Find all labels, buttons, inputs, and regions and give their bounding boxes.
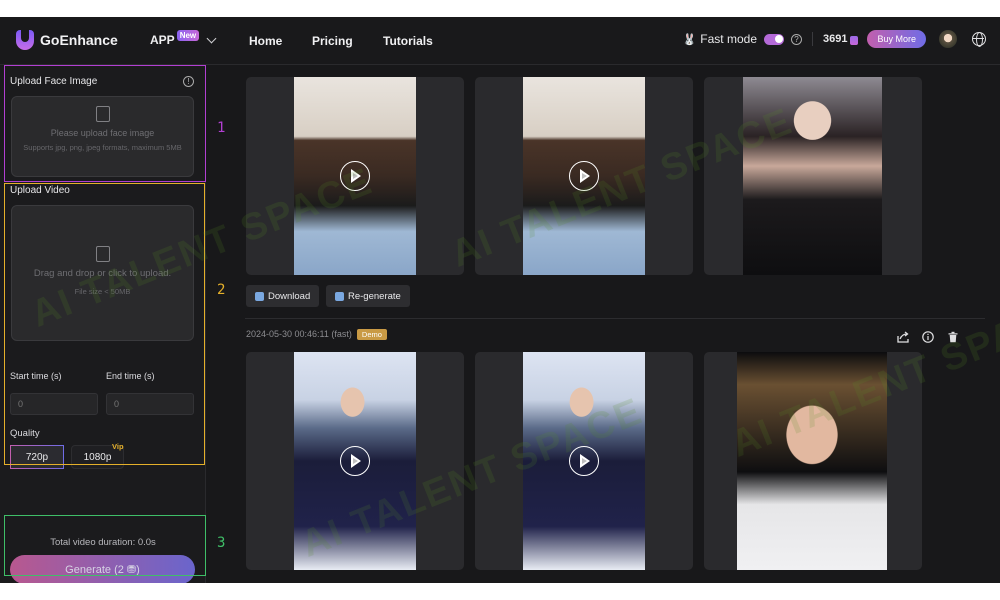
image-upload-icon xyxy=(95,106,110,122)
face-section-title: Upload Face Image xyxy=(10,76,98,87)
video-upload-placeholder: Drag and drop or click to upload. xyxy=(33,268,172,279)
chevron-down-icon xyxy=(206,33,217,43)
nav-tutorials[interactable]: Tutorials xyxy=(383,34,433,48)
face-image-thumbnail xyxy=(743,77,882,275)
face-upload-dropzone[interactable]: Please upload face image Supports jpg, p… xyxy=(11,96,194,177)
buy-more-button[interactable]: Buy More xyxy=(867,30,926,48)
result-video-card[interactable] xyxy=(475,77,693,275)
face-upload-hint: Supports jpg, png, jpeg formats, maximum… xyxy=(23,143,182,152)
total-duration: Total video duration: 0.0s xyxy=(50,537,156,548)
results-panel: Download Re-generate 2024-05-30 00:46:11… xyxy=(207,65,1000,583)
credits-icon xyxy=(850,35,859,45)
play-icon[interactable] xyxy=(340,161,370,191)
video-section-title: Upload Video xyxy=(10,185,70,196)
regenerate-button[interactable]: Re-generate xyxy=(326,285,410,307)
end-time-label: End time (s) xyxy=(106,371,155,381)
demo-badge: Demo xyxy=(356,329,387,340)
face-image-card[interactable] xyxy=(704,352,922,570)
refresh-icon xyxy=(335,291,344,301)
header-tools: 🐰 Fast mode ? 3691 Buy More xyxy=(683,30,986,48)
fast-mode-toggle[interactable] xyxy=(764,33,784,45)
section-divider xyxy=(245,318,985,319)
top-header: GoEnhance APP New Home Pricing Tutorials… xyxy=(0,17,1000,65)
face-image-card[interactable] xyxy=(704,77,922,275)
video-file-icon xyxy=(95,246,110,262)
trash-icon[interactable] xyxy=(947,331,959,343)
end-time-input[interactable] xyxy=(106,393,194,415)
new-badge: New xyxy=(176,29,200,41)
brand-logo[interactable]: GoEnhance xyxy=(16,30,118,50)
source-video-card[interactable] xyxy=(246,352,464,570)
share-icon[interactable] xyxy=(897,331,909,343)
result-timestamp: 2024-05-30 00:46:11 (fast) Demo xyxy=(246,329,387,340)
play-icon[interactable] xyxy=(569,161,599,191)
source-video-card[interactable] xyxy=(246,77,464,275)
quality-720p-button[interactable]: 720p xyxy=(10,445,64,469)
sidebar: Upload Face Image ! Please upload face i… xyxy=(0,65,206,583)
result-video-card[interactable] xyxy=(475,352,693,570)
fast-mode-label: Fast mode xyxy=(700,32,757,46)
logo-icon xyxy=(16,30,34,50)
info-icon[interactable]: ! xyxy=(183,76,194,87)
video-upload-dropzone[interactable]: Drag and drop or click to upload. File s… xyxy=(11,205,194,341)
start-time-label: Start time (s) xyxy=(10,371,62,381)
app-menu[interactable]: APP New xyxy=(150,29,217,47)
divider xyxy=(812,32,813,46)
rabbit-icon: 🐰 xyxy=(682,33,697,46)
nav-pricing[interactable]: Pricing xyxy=(312,34,353,48)
app-window: GoEnhance APP New Home Pricing Tutorials… xyxy=(0,17,1000,583)
brand-name: GoEnhance xyxy=(40,32,118,48)
play-icon[interactable] xyxy=(340,446,370,476)
download-label: Download xyxy=(268,290,311,302)
play-icon[interactable] xyxy=(569,446,599,476)
generate-button[interactable]: Generate (2 ⛃) xyxy=(10,555,195,583)
user-avatar[interactable] xyxy=(939,30,957,48)
face-image-thumbnail xyxy=(737,352,887,570)
app-menu-label: APP xyxy=(150,33,175,47)
credit-balance: 3691 xyxy=(823,33,848,45)
nav-home[interactable]: Home xyxy=(249,34,282,48)
vip-badge: Vip xyxy=(112,442,124,451)
download-icon xyxy=(255,291,264,301)
start-time-input[interactable] xyxy=(10,393,98,415)
download-button[interactable]: Download xyxy=(246,285,320,307)
video-upload-hint: File size < 50MB xyxy=(74,287,131,296)
face-upload-placeholder: Please upload face image xyxy=(50,128,155,138)
regenerate-label: Re-generate xyxy=(348,290,401,302)
quality-label: Quality xyxy=(10,428,40,439)
timestamp-text: 2024-05-30 00:46:11 (fast) xyxy=(246,329,352,339)
info-icon[interactable] xyxy=(922,331,934,343)
globe-icon[interactable] xyxy=(972,32,986,47)
help-icon[interactable]: ? xyxy=(791,33,802,45)
